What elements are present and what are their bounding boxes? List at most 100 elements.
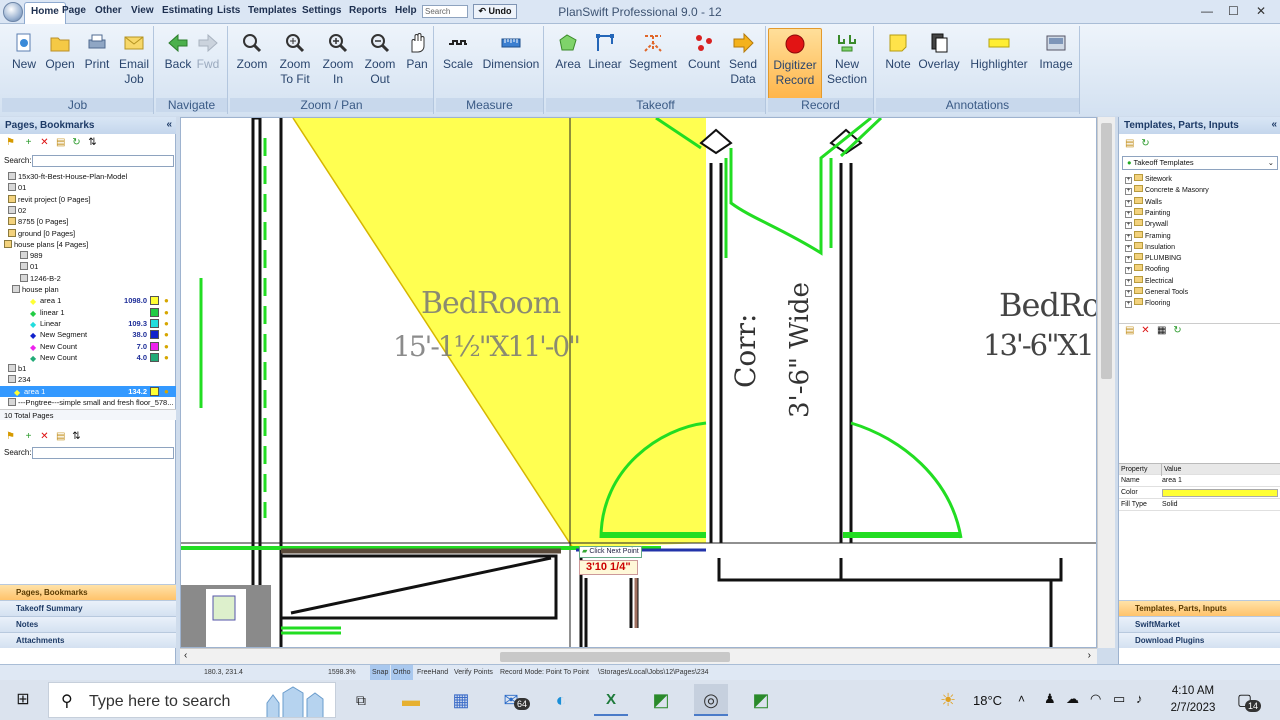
add-icon[interactable]: + — [24, 432, 33, 442]
tab-pages-bookmarks[interactable]: Pages, Bookmarks — [0, 584, 176, 600]
takeoff-color-swatch[interactable] — [150, 341, 159, 351]
wifi-icon[interactable]: ◠ — [1090, 691, 1101, 707]
snap-toggle[interactable]: Snap — [370, 665, 391, 680]
delete-icon[interactable]: ✕ — [1141, 326, 1150, 336]
excel-icon[interactable]: X — [594, 684, 628, 716]
takeoff-item[interactable]: ◆ area 1 1098.0 ● — [0, 295, 176, 306]
dimension-button[interactable]: Dimension — [482, 28, 540, 100]
task-view-icon[interactable]: ⧉ — [344, 684, 378, 716]
horizontal-scrollbar[interactable]: ‹ › — [180, 648, 1097, 664]
page-item[interactable]: 234 — [0, 374, 176, 385]
template-category[interactable]: + General Tools — [1125, 287, 1188, 298]
template-category[interactable]: + Sitework — [1125, 174, 1172, 185]
battery-icon[interactable]: ▭ — [1113, 691, 1125, 707]
folder-item[interactable]: house plans [4 Pages] — [0, 239, 176, 250]
highlighter-button[interactable]: Highlighter — [968, 28, 1030, 100]
vertical-scrollbar[interactable] — [1097, 117, 1115, 648]
zoom-to-fit-button[interactable]: Zoom To Fit — [273, 28, 317, 100]
page-item[interactable]: house plan — [0, 284, 176, 295]
ortho-toggle[interactable]: Ortho — [391, 665, 413, 680]
takeoff-color-swatch[interactable] — [150, 386, 159, 396]
note-button[interactable]: Note — [876, 28, 920, 100]
plan-canvas[interactable]: BedRoom 15'-1½"X11'-0" Corr: 3'-6" Wide … — [180, 117, 1097, 648]
page-item[interactable]: 01 — [0, 261, 176, 272]
expand-icon[interactable]: + — [1125, 177, 1132, 184]
template-dropdown[interactable]: ● Takeoff Templates ⌄ — [1122, 156, 1278, 170]
edge-icon[interactable]: ◐ — [544, 684, 578, 716]
expand-icon[interactable]: + — [1125, 222, 1132, 230]
freehand-toggle[interactable]: FreeHand — [417, 665, 448, 680]
tab-download-plugins[interactable]: Download Plugins — [1119, 632, 1280, 648]
horizontal-scroll-thumb[interactable] — [500, 652, 730, 662]
refresh-icon[interactable]: ↻ — [1173, 326, 1182, 336]
vertical-scroll-thumb[interactable] — [1101, 123, 1112, 379]
collapse-chevron-icon[interactable]: « — [1271, 119, 1277, 130]
delete-icon[interactable]: ✕ — [40, 432, 49, 442]
takeoff-item[interactable]: ◆ Linear 109.3 ● — [0, 318, 176, 329]
expand-icon[interactable]: + — [1125, 233, 1132, 241]
planswift-icon[interactable]: ◎ — [694, 684, 728, 716]
template-category[interactable]: + Painting — [1125, 207, 1170, 219]
takeoff-color-swatch[interactable] — [150, 307, 159, 317]
page-item[interactable]: ---Pngtree---simple small and fresh floo… — [0, 397, 176, 408]
expand-icon[interactable]: + — [1125, 244, 1132, 252]
scroll-right-icon[interactable]: › — [1088, 650, 1091, 661]
takeoff-item[interactable]: ◆ area 1 134.2 ● — [0, 385, 176, 397]
mail-icon[interactable]: ✉ 64 — [494, 684, 531, 716]
verify-points-toggle[interactable]: Verify Points — [454, 665, 493, 680]
scale-button[interactable]: Scale — [436, 28, 480, 100]
windows-start-icon[interactable]: ⊞ — [6, 684, 40, 716]
expand-icon[interactable]: + — [1125, 290, 1132, 297]
template-category[interactable]: + Walls — [1125, 196, 1162, 208]
property-row-fill-type[interactable]: Fill Type Solid — [1119, 499, 1280, 511]
sort-icon[interactable]: ⇅ — [88, 138, 97, 148]
tab-swiftmarket[interactable]: SwiftMarket — [1119, 616, 1280, 632]
count-button[interactable]: Count — [682, 28, 726, 100]
expand-icon[interactable]: + — [1125, 278, 1132, 286]
property-row-name[interactable]: Name area 1 — [1119, 475, 1280, 487]
sort-icon[interactable]: ⇅ — [72, 432, 81, 442]
onedrive-icon[interactable]: ☁ — [1066, 691, 1079, 707]
grid-icon[interactable]: ▦ — [1157, 326, 1166, 336]
new-section-button[interactable]: New Section — [824, 28, 870, 100]
folder-item[interactable]: revit project [0 Pages] — [0, 194, 176, 205]
forward-button[interactable]: Fwd — [186, 28, 230, 100]
template-category[interactable]: + Framing — [1125, 230, 1171, 242]
segment-button[interactable]: Segment — [628, 28, 678, 100]
expand-icon[interactable]: + — [1125, 256, 1132, 264]
send-data-button[interactable]: Send Data — [721, 28, 765, 100]
scroll-left-icon[interactable]: ‹ — [184, 650, 187, 661]
close-icon[interactable]: ✕ — [1256, 4, 1266, 18]
visibility-bulb-icon[interactable]: ● — [164, 307, 169, 318]
folder-item[interactable]: 8755 [0 Pages] — [0, 216, 176, 227]
expand-icon[interactable]: + — [1125, 210, 1132, 218]
template-category[interactable]: + PLUMBING — [1125, 253, 1182, 264]
refresh-icon[interactable]: ↻ — [72, 138, 81, 148]
template-category[interactable]: + Flooring — [1125, 298, 1170, 309]
page-item[interactable]: 15x30-ft-Best-House-Plan-Model — [0, 171, 176, 182]
bookmark-icon[interactable]: ⚑ — [6, 138, 15, 148]
takeoff-color-swatch[interactable] — [150, 296, 159, 306]
folder-item[interactable]: ground [0 Pages] — [0, 228, 176, 239]
page-item[interactable]: 1246-B-2 — [0, 273, 176, 284]
takeoff-color-swatch[interactable] — [150, 352, 159, 362]
minimize-icon[interactable]: — — [1201, 4, 1213, 18]
zoom-button[interactable]: Zoom — [230, 28, 274, 100]
add-icon[interactable]: + — [24, 138, 33, 148]
takeoff-color-swatch[interactable] — [150, 330, 159, 340]
tab-takeoff-summary[interactable]: Takeoff Summary — [0, 600, 176, 616]
file-explorer-icon[interactable]: ▬ — [394, 684, 428, 716]
folder-icon[interactable]: ▤ — [56, 432, 65, 442]
store-icon[interactable]: ▦ — [444, 684, 478, 716]
visibility-bulb-icon[interactable]: ● — [164, 318, 169, 329]
camtasia-icon[interactable]: ◩ — [644, 684, 678, 716]
collapse-chevron-icon[interactable]: « — [166, 119, 172, 130]
folder-icon[interactable]: ▤ — [56, 138, 65, 148]
notifications-icon[interactable]: ▢ 14 — [1237, 690, 1262, 712]
refresh-icon[interactable]: ↻ — [1141, 139, 1150, 149]
weather-icon[interactable]: ☀ — [940, 690, 956, 711]
pan-button[interactable]: Pan — [395, 28, 439, 100]
taskbar-search-box[interactable]: ⚲ Type here to search — [48, 682, 336, 718]
visibility-bulb-icon[interactable]: ● — [164, 341, 169, 352]
zoom-in-button[interactable]: Zoom In — [316, 28, 360, 100]
